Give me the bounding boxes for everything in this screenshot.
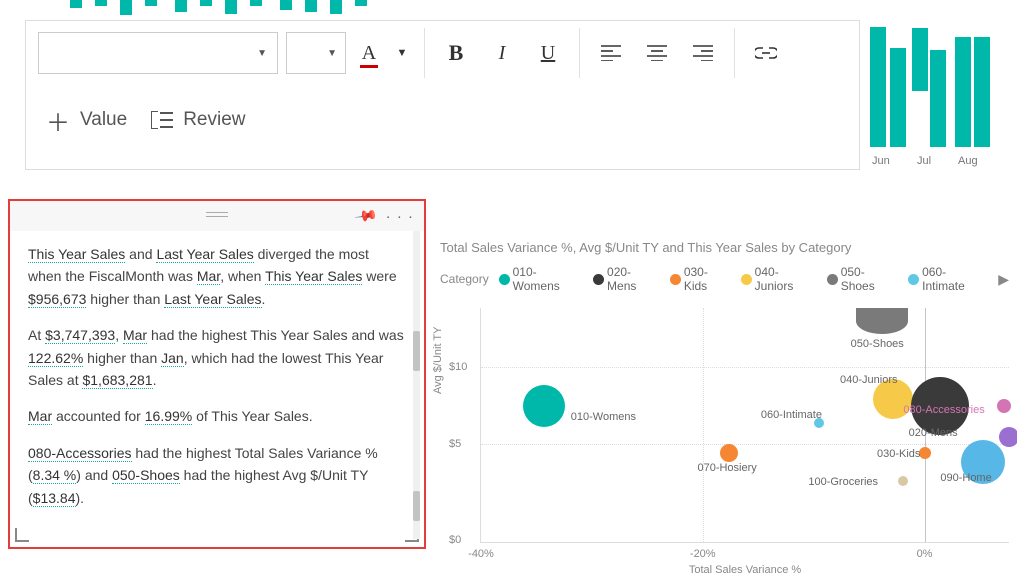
review-label: Review — [183, 109, 245, 131]
legend-scroll-right-icon[interactable]: ▶ — [998, 271, 1009, 288]
month-label-jun: Jun — [872, 155, 890, 167]
underline-button[interactable]: U — [529, 32, 567, 74]
font-color-dropdown[interactable]: ▼ — [392, 32, 412, 74]
visual-header: 📌 · · · — [10, 201, 424, 231]
font-color-button[interactable]: A — [354, 32, 384, 74]
y-tick: $0 — [449, 534, 461, 546]
legend-item[interactable]: 050-Shoes — [827, 265, 898, 293]
italic-button[interactable]: I — [483, 32, 521, 74]
month-label-jul: Jul — [917, 155, 931, 167]
y-tick: $5 — [449, 438, 461, 450]
align-center-button[interactable] — [638, 32, 676, 74]
bubble-label: 070-Hosiery — [697, 462, 756, 474]
drag-handle-icon[interactable] — [206, 209, 228, 220]
link-button[interactable] — [747, 32, 785, 74]
bubble-label: 060-Intimate — [761, 409, 822, 421]
y-axis-label: Avg $/Unit TY — [432, 327, 444, 394]
pin-icon[interactable]: 📌 — [354, 203, 380, 228]
bold-button[interactable]: B — [437, 32, 475, 74]
bubble-label: 090-Home — [940, 472, 991, 484]
chart-title: Total Sales Variance %, Avg $/Unit TY an… — [440, 240, 1009, 255]
x-tick: 0% — [917, 548, 933, 560]
plus-icon: ＋ — [46, 103, 70, 138]
more-options-icon[interactable]: · · · — [386, 208, 414, 225]
y-tick: $10 — [449, 361, 467, 373]
bubble-label: 040-Juniors — [840, 374, 897, 386]
bubble-hosiery[interactable] — [720, 444, 738, 462]
bubble-groceries[interactable] — [898, 476, 908, 486]
value-label: Value — [80, 109, 127, 131]
smart-narrative-visual[interactable]: 📌 · · · This Year Sales and Last Year Sa… — [8, 199, 426, 549]
legend-item[interactable]: 010-Womens — [499, 265, 583, 293]
bubble-label: 100-Groceries — [808, 476, 878, 488]
add-value-button[interactable]: ＋ Value — [46, 103, 127, 138]
list-icon — [151, 111, 173, 129]
bubble-unknown[interactable] — [999, 427, 1017, 447]
align-left-button[interactable] — [592, 32, 630, 74]
narrative-text[interactable]: This Year Sales and Last Year Sales dive… — [10, 231, 424, 547]
chevron-down-icon: ▼ — [257, 48, 267, 59]
x-tick: -20% — [690, 548, 716, 560]
font-family-select[interactable]: ▼ — [38, 32, 278, 74]
chevron-down-icon: ▼ — [327, 48, 337, 59]
scatter-chart-visual[interactable]: Total Sales Variance %, Avg $/Unit TY an… — [440, 240, 1009, 576]
legend-item[interactable]: 040-Juniors — [741, 265, 817, 293]
review-button[interactable]: Review — [151, 109, 245, 131]
bubble-label: 020-Mens — [909, 427, 958, 439]
bubble-label: 080-Accessories — [903, 404, 984, 416]
x-tick: -40% — [468, 548, 494, 560]
legend-item[interactable]: 060-Intimate — [908, 265, 988, 293]
month-label-aug: Aug — [958, 155, 978, 167]
chart-plot-area[interactable]: $10 $5 $0 -40% -20% 0% Total Sales Varia… — [480, 308, 1009, 543]
bubble-label: 010-Womens — [571, 411, 636, 423]
bubble-label: 030-Kids — [877, 448, 920, 460]
x-axis-label: Total Sales Variance % — [689, 564, 801, 576]
bubble-shoes[interactable] — [856, 308, 908, 334]
bubble-accessories[interactable] — [997, 399, 1011, 413]
bubble-womens[interactable] — [523, 385, 565, 427]
legend-field-label: Category — [440, 272, 489, 286]
chart-legend: Category 010-Womens 020-Mens 030-Kids 04… — [440, 265, 1009, 293]
text-formatting-toolbar: ▼ ▼ A ▼ B I U ＋ Value Review — [25, 20, 860, 170]
legend-item[interactable]: 030-Kids — [670, 265, 731, 293]
legend-item[interactable]: 020-Mens — [593, 265, 660, 293]
font-size-select[interactable]: ▼ — [286, 32, 346, 74]
align-right-button[interactable] — [684, 32, 722, 74]
bubble-label: 050-Shoes — [851, 338, 904, 350]
